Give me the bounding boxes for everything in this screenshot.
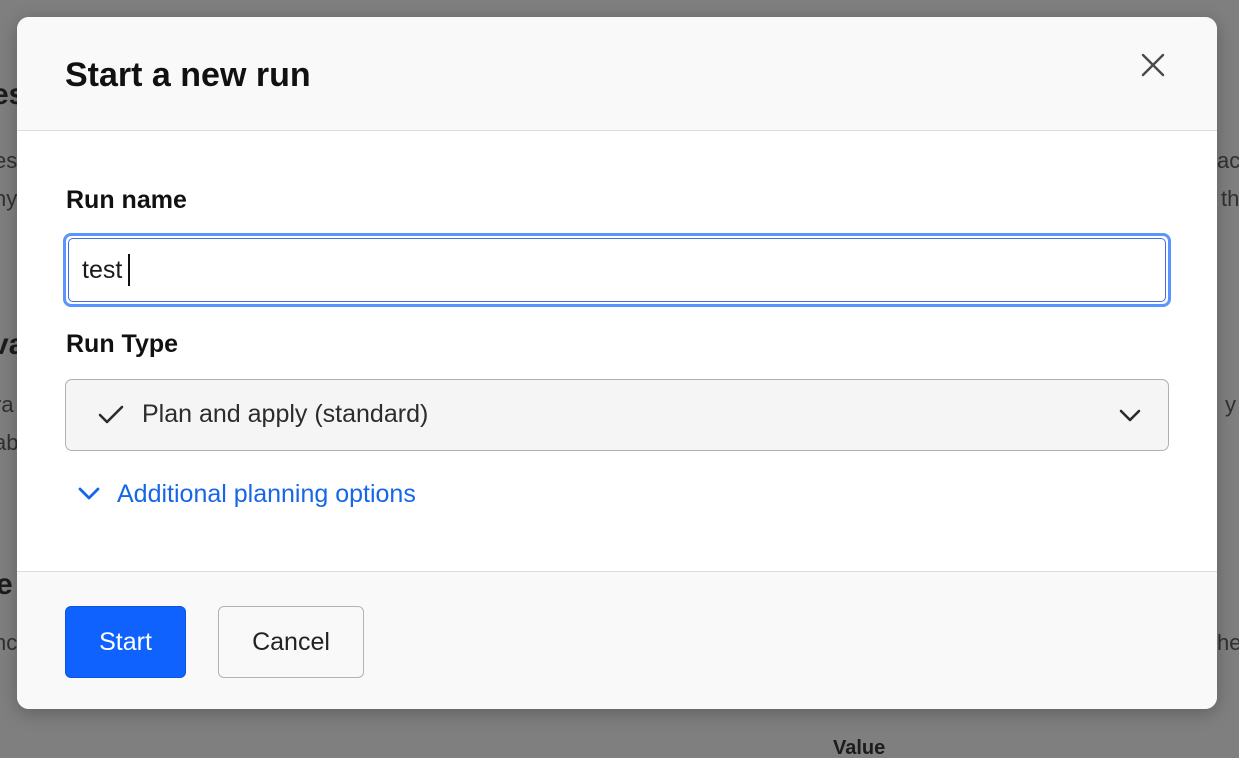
background-text-fragment: es [0, 148, 18, 173]
background-text-fragment: ny [0, 186, 18, 211]
dialog-footer: Start Cancel [17, 571, 1217, 709]
background-text-fragment: y [1225, 392, 1236, 417]
dialog-title: Start a new run [65, 56, 311, 94]
input-focus-ring [68, 238, 1166, 302]
chevron-down-icon [1119, 409, 1141, 422]
dialog-header: Start a new run [17, 17, 1217, 131]
background-text-fragment: ra [0, 392, 14, 417]
background-text-fragment: th [1221, 186, 1239, 211]
start-run-dialog: Start a new run Run name test Run Type P… [17, 17, 1217, 709]
text-caret [128, 254, 131, 286]
background-text-fragment: nc [0, 630, 18, 655]
additional-planning-options-toggle[interactable]: Additional planning options [77, 479, 416, 509]
run-type-select[interactable]: Plan and apply (standard) [65, 379, 1169, 451]
start-button[interactable]: Start [65, 606, 186, 678]
run-name-input[interactable]: test [63, 233, 1171, 307]
run-name-text: test [82, 256, 123, 284]
cancel-button[interactable]: Cancel [218, 606, 364, 678]
background-heading-fragment: e [0, 568, 13, 601]
background-text-fragment: he [1217, 630, 1239, 655]
run-name-value: test [82, 254, 131, 286]
additional-planning-options-label: Additional planning options [117, 480, 416, 508]
run-type-selected-value: Plan and apply (standard) [142, 400, 429, 428]
background-text-fragment: ac [1217, 148, 1239, 173]
checkmark-icon [98, 405, 124, 424]
run-type-label: Run Type [66, 330, 179, 358]
close-icon [1141, 53, 1165, 77]
chevron-down-icon [78, 487, 100, 500]
background-column-header: Value [833, 737, 886, 758]
background-text-fragment: ab [0, 430, 19, 455]
run-name-label: Run name [66, 186, 187, 214]
close-button[interactable] [1135, 47, 1171, 83]
